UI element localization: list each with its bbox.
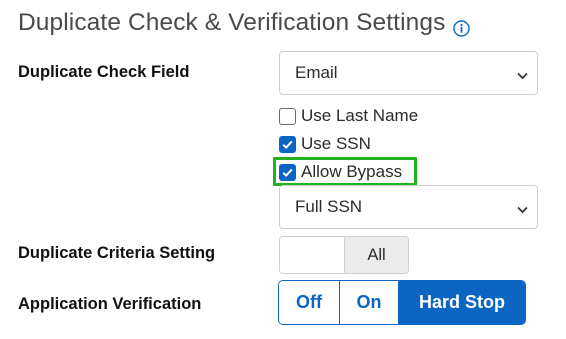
verification-on-button[interactable]: On (339, 281, 398, 324)
duplicate-check-field-select[interactable]: Email (279, 51, 538, 95)
duplicate-criteria-option-all[interactable]: All (344, 237, 408, 273)
chevron-down-icon (516, 201, 529, 214)
duplicate-criteria-option-blank[interactable] (280, 237, 344, 273)
chevron-down-icon (516, 67, 529, 80)
duplicate-check-field-label: Duplicate Check Field (18, 63, 190, 81)
checkmark-icon (282, 140, 293, 149)
info-circle-icon[interactable] (453, 16, 471, 37)
duplicate-check-field-value: Email (295, 63, 338, 82)
verification-off-button[interactable]: Off (279, 281, 339, 324)
use-last-name-checkbox[interactable] (279, 107, 296, 125)
use-ssn-checkbox[interactable] (279, 135, 296, 153)
duplicate-criteria-label: Duplicate Criteria Setting (18, 244, 216, 262)
verification-hard-stop-button[interactable]: Hard Stop (398, 281, 525, 324)
use-ssn-label: Use SSN (301, 134, 371, 153)
ssn-mode-value: Full SSN (295, 197, 363, 216)
ssn-mode-select[interactable]: Full SSN (279, 185, 538, 229)
use-last-name-option[interactable]: Use Last Name (279, 106, 418, 126)
application-verification-toggle[interactable]: Off On Hard Stop (278, 280, 526, 325)
use-last-name-label: Use Last Name (301, 106, 419, 125)
duplicate-criteria-toggle[interactable]: All (279, 236, 409, 274)
section-title: Duplicate Check & Verification Settings (18, 9, 471, 37)
allow-bypass-highlight (273, 157, 417, 186)
section-title-text: Duplicate Check & Verification Settings (18, 9, 446, 36)
application-verification-label: Application Verification (18, 295, 202, 313)
use-ssn-option[interactable]: Use SSN (279, 134, 371, 154)
